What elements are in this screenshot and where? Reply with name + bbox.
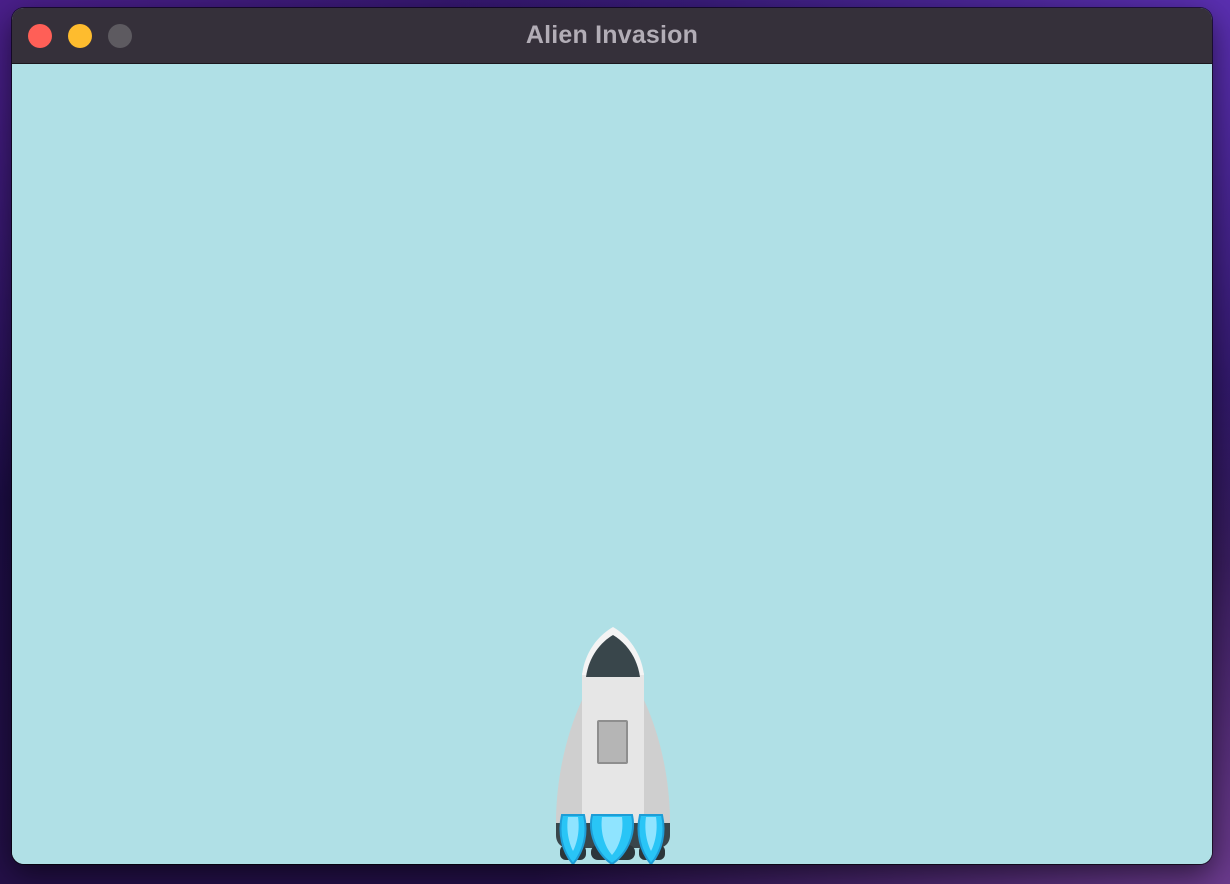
rocket-flames-icon [559, 814, 665, 864]
window-title: Alien Invasion [525, 21, 699, 49]
game-window: Alien Invasion [12, 8, 1212, 864]
game-screen[interactable] [12, 65, 1212, 864]
title-bar[interactable]: Alien Invasion [12, 8, 1212, 64]
